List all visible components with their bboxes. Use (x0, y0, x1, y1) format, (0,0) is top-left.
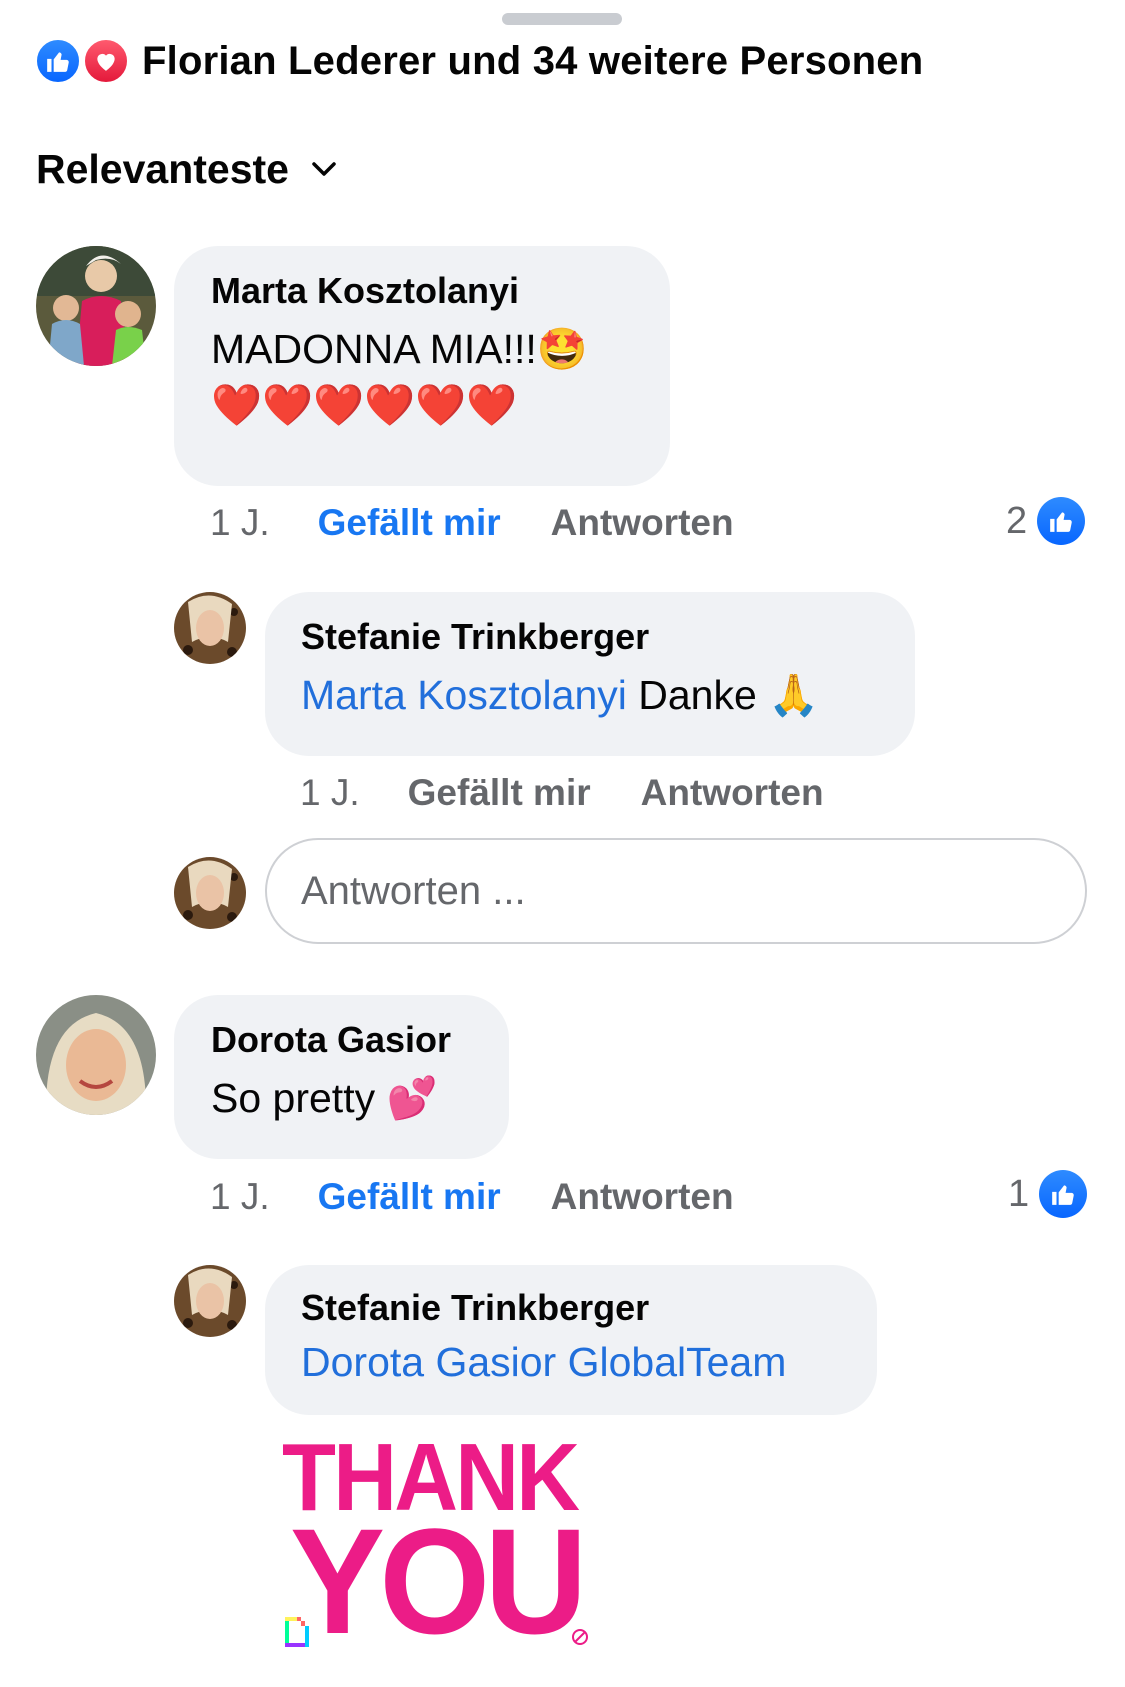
chevron-down-icon (311, 160, 337, 183)
comment-text: MADONNA MIA!!!🤩 (211, 326, 588, 372)
like-icon (1039, 1170, 1088, 1218)
reply-button[interactable]: Antworten (641, 772, 824, 814)
reactions-summary-text: Florian Lederer und 34 weitere Personen (142, 38, 924, 83)
reply-bubble[interactable]: Stefanie Trinkberger Dorota Gasior Globa… (265, 1265, 877, 1415)
comment-text: So pretty 💕 (211, 1075, 438, 1121)
mention-link[interactable]: Dorota Gasior GlobalTeam (301, 1339, 786, 1385)
reply-author[interactable]: Stefanie Trinkberger (301, 616, 915, 658)
sheet-grabber[interactable] (502, 13, 622, 25)
avatar[interactable] (36, 246, 156, 366)
sticker-text-you: YOU (290, 1497, 587, 1665)
reply-actions: 1 J. Gefällt mir Antworten (300, 772, 824, 814)
sticker-brand-icon (571, 1628, 589, 1651)
reaction-count[interactable]: 2 (1006, 497, 1086, 545)
like-button[interactable]: Gefällt mir (318, 1176, 501, 1218)
reply-author[interactable]: Stefanie Trinkberger (301, 1287, 877, 1329)
reply-input[interactable]: Antworten ... (265, 838, 1087, 944)
current-user-avatar (174, 857, 246, 929)
reaction-icons (34, 34, 134, 88)
mention-link[interactable]: Marta Kosztolanyi (301, 672, 627, 718)
reactions-summary[interactable]: Florian Lederer und 34 weitere Personen (34, 34, 923, 88)
comment-bubble[interactable]: Marta Kosztolanyi MADONNA MIA!!!🤩 ❤️❤️❤️… (174, 246, 670, 486)
comment-time[interactable]: 1 J. (210, 1176, 270, 1218)
like-icon (1037, 497, 1086, 545)
reply-time[interactable]: 1 J. (300, 772, 360, 814)
avatar[interactable] (36, 995, 156, 1115)
giphy-icon (282, 1614, 312, 1655)
love-icon (82, 37, 130, 85)
reaction-count-value: 2 (1006, 499, 1028, 542)
reaction-count-value: 1 (1008, 1172, 1030, 1215)
comment-actions: 1 J. Gefällt mir Antworten (210, 502, 734, 544)
avatar[interactable] (174, 592, 246, 664)
comment-author[interactable]: Dorota Gasior (211, 1019, 509, 1061)
reply-input-placeholder: Antworten ... (301, 868, 526, 913)
comment-text-hearts: ❤️❤️❤️❤️❤️❤️ (211, 382, 518, 428)
like-button[interactable]: Gefällt mir (408, 772, 591, 814)
sort-dropdown[interactable]: Relevanteste (36, 146, 337, 193)
reaction-count[interactable]: 1 (1008, 1170, 1088, 1218)
like-icon (34, 37, 82, 85)
reply-text: Danke 🙏 (626, 672, 820, 718)
comment-actions: 1 J. Gefällt mir Antworten (210, 1176, 734, 1218)
reply-bubble[interactable]: Stefanie Trinkberger Marta Kosztolanyi D… (265, 592, 915, 756)
avatar[interactable] (174, 1265, 246, 1337)
comment-bubble[interactable]: Dorota Gasior So pretty 💕 (174, 995, 509, 1159)
sort-label: Relevanteste (36, 146, 289, 192)
like-button[interactable]: Gefällt mir (318, 502, 501, 544)
comment-author[interactable]: Marta Kosztolanyi (211, 270, 670, 312)
comment-time[interactable]: 1 J. (210, 502, 270, 544)
reply-button[interactable]: Antworten (551, 1176, 734, 1218)
reply-button[interactable]: Antworten (551, 502, 734, 544)
thank-you-sticker[interactable]: THANK YOU (282, 1430, 602, 1656)
